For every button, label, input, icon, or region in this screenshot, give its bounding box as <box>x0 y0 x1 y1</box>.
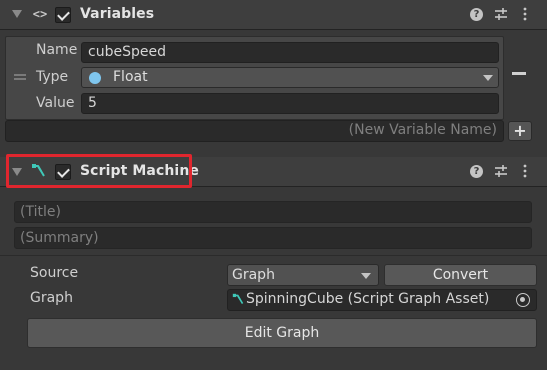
float-type-icon <box>89 72 101 84</box>
variable-name-field[interactable]: cubeSpeed <box>81 42 499 63</box>
drag-handle-icon[interactable] <box>14 74 26 76</box>
type-label: Type <box>36 69 69 85</box>
variables-header[interactable]: <> Variables ? <box>0 0 547 30</box>
summary-field[interactable]: (Summary) <box>14 227 532 249</box>
variable-type-dropdown[interactable]: Float <box>81 67 499 88</box>
chevron-down-icon <box>483 75 493 81</box>
remove-variable-button[interactable] <box>512 72 526 75</box>
graph-asset-value: SpinningCube (Script Graph Asset) <box>246 291 490 307</box>
source-value: Graph <box>232 267 275 283</box>
title-field[interactable]: (Title) <box>14 201 532 223</box>
chevron-down-icon <box>361 273 371 279</box>
script-graph-asset-icon <box>232 293 245 310</box>
code-brackets-icon: <> <box>32 7 48 21</box>
value-label: Value <box>36 95 75 111</box>
help-icon[interactable]: ? <box>470 8 483 21</box>
graph-object-field[interactable]: SpinningCube (Script Graph Asset) <box>227 289 537 311</box>
variables-enabled-checkbox[interactable] <box>55 7 71 23</box>
presets-icon[interactable] <box>494 7 508 21</box>
script-machine-highlight <box>6 154 192 188</box>
object-picker-icon[interactable] <box>516 293 530 307</box>
variable-type-value: Float <box>113 69 148 85</box>
source-dropdown[interactable]: Graph <box>227 264 379 286</box>
new-variable-name-field[interactable]: (New Variable Name) <box>5 120 504 142</box>
edit-graph-button[interactable]: Edit Graph <box>27 318 537 348</box>
convert-button[interactable]: Convert <box>384 264 537 286</box>
source-label: Source <box>30 265 79 281</box>
drag-handle-icon-line[interactable] <box>14 78 26 80</box>
help-icon[interactable]: ? <box>470 165 483 178</box>
add-variable-button[interactable]: + <box>508 121 532 141</box>
variables-title: Variables <box>80 6 155 22</box>
section-divider <box>0 255 547 256</box>
foldout-arrow-icon[interactable] <box>12 10 22 18</box>
variable-value-field[interactable]: 5 <box>81 93 499 114</box>
kebab-menu-icon[interactable] <box>518 164 532 178</box>
name-label: Name <box>36 42 78 58</box>
kebab-menu-icon[interactable] <box>518 7 532 21</box>
summary-placeholder: (Summary) <box>20 230 99 246</box>
presets-icon[interactable] <box>494 164 508 178</box>
graph-label: Graph <box>30 290 73 306</box>
new-variable-placeholder: (New Variable Name) <box>348 122 497 138</box>
title-placeholder: (Title) <box>20 204 61 220</box>
